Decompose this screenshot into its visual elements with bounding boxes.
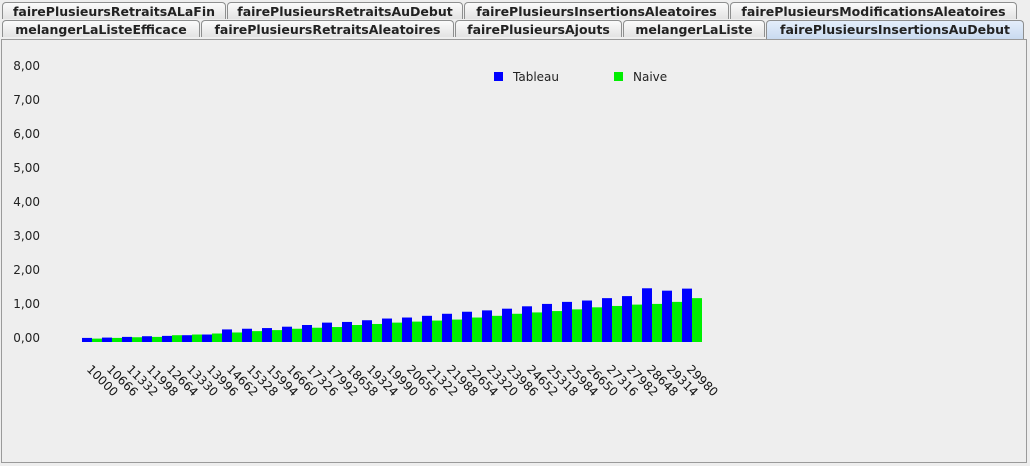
bar-tableau-17992 [322, 322, 332, 342]
bar-tableau-13330 [182, 335, 192, 342]
bar-tableau-20656 [402, 317, 412, 342]
bar-tableau-21988 [442, 313, 452, 342]
bar-naive-21988 [452, 319, 462, 342]
bar-naive-17992 [332, 327, 342, 342]
bar-naive-10666 [112, 337, 122, 342]
bar-naive-28648 [652, 303, 662, 342]
tab-fairePlusieursRetraitsAuDebut[interactable]: fairePlusieursRetraitsAuDebut [227, 2, 463, 19]
bar-naive-23320 [492, 315, 502, 342]
bar-tableau-22654 [462, 311, 472, 342]
bar-tableau-29314 [662, 290, 672, 342]
bar-naive-25318 [552, 311, 562, 342]
bar-naive-16660 [292, 328, 302, 342]
bar-tableau-25984 [562, 301, 572, 342]
tab-fairePlusieursRetraitsAleatoires[interactable]: fairePlusieursRetraitsAleatoires [201, 20, 454, 37]
bar-tableau-11332 [122, 336, 132, 342]
legend-swatch-naive [614, 72, 623, 81]
tab-melangerLaListeEfficace[interactable]: melangerLaListeEfficace [2, 20, 200, 37]
bar-tableau-12664 [162, 335, 172, 342]
bar-naive-11998 [152, 336, 162, 342]
bar-naive-23986 [512, 313, 522, 342]
bar-tableau-13996 [202, 334, 212, 342]
bar-naive-25984 [572, 309, 582, 342]
bar-naive-26650 [592, 307, 602, 342]
bar-tableau-14662 [222, 329, 232, 342]
tab-fairePlusieursInsertionsAleatoires[interactable]: fairePlusieursInsertionsAleatoires [464, 2, 729, 19]
tab-fairePlusieursRetraitsALaFin[interactable]: fairePlusieursRetraitsALaFin [2, 2, 226, 19]
bar-tableau-27982 [622, 296, 632, 342]
chart-panel: 0,00 1,00 2,00 3,00 4,00 5,00 6,00 7,00 8,00 1000… [1, 39, 1027, 463]
bar-naive-24652 [532, 312, 542, 342]
bar-tableau-23986 [502, 308, 512, 342]
bar-naive-27316 [612, 305, 622, 342]
bar-naive-19324 [372, 323, 382, 342]
y-tick-label: 6,00 [13, 127, 40, 141]
bar-naive-10000 [92, 338, 102, 342]
bar-naive-17326 [312, 327, 322, 342]
bar-tableau-10666 [102, 337, 112, 342]
bar-tableau-26650 [582, 300, 592, 342]
bar-naive-19990 [392, 322, 402, 342]
tab-melangerLaListe[interactable]: melangerLaListe [623, 20, 765, 37]
bar-tableau-11998 [142, 336, 152, 342]
bar-naive-15994 [272, 330, 282, 342]
bar-tableau-15994 [262, 328, 272, 342]
legend-label-tableau: Tableau [512, 70, 559, 84]
bar-tableau-23320 [482, 310, 492, 342]
bar-naive-20656 [412, 321, 422, 342]
bar-tableau-29980 [682, 288, 692, 342]
bar-naive-14662 [232, 332, 242, 342]
bar-naive-12664 [172, 335, 182, 342]
y-tick-label: 7,00 [13, 93, 40, 107]
bar-tableau-25318 [542, 303, 552, 342]
bar-naive-29980 [692, 298, 702, 342]
y-tick-label: 5,00 [13, 161, 40, 175]
tab-fairePlusieursAjouts[interactable]: fairePlusieursAjouts [455, 20, 622, 37]
bar-naive-13330 [192, 334, 202, 342]
legend-swatch-tableau [494, 72, 503, 81]
y-tick-label: 0,00 [13, 331, 40, 345]
bar-tableau-18658 [342, 321, 352, 342]
bar-naive-21322 [432, 320, 442, 342]
bar-naive-11332 [132, 337, 142, 342]
y-tick-label: 4,00 [13, 195, 40, 209]
bar-naive-15328 [252, 331, 262, 342]
bar-naive-13996 [212, 333, 222, 342]
bar-tableau-16660 [282, 326, 292, 342]
bar-chart: 0,001,002,003,004,005,006,007,008,001000… [13, 59, 720, 399]
bar-naive-22654 [472, 317, 482, 342]
bar-tableau-15328 [242, 328, 252, 342]
bar-tableau-10000 [82, 337, 92, 342]
bar-tableau-21322 [422, 315, 432, 342]
bar-naive-29314 [672, 301, 682, 342]
y-tick-label: 8,00 [13, 59, 40, 73]
tab-fairePlusieursModificationsAleatoires[interactable]: fairePlusieursModificationsAleatoires [730, 2, 1017, 19]
bar-tableau-24652 [522, 306, 532, 342]
bar-tableau-28648 [642, 288, 652, 342]
bar-tableau-17326 [302, 325, 312, 342]
bar-naive-18658 [352, 325, 362, 342]
y-tick-label: 1,00 [13, 297, 40, 311]
bar-naive-27982 [632, 304, 642, 342]
bar-tableau-27316 [602, 298, 612, 342]
y-tick-label: 3,00 [13, 229, 40, 243]
legend-label-naive: Naive [633, 70, 667, 84]
y-tick-label: 2,00 [13, 263, 40, 277]
tab-fairePlusieursInsertionsAuDebut[interactable]: fairePlusieursInsertionsAuDebut [766, 20, 1024, 40]
bar-tableau-19990 [382, 318, 392, 342]
bar-tableau-19324 [362, 320, 372, 342]
